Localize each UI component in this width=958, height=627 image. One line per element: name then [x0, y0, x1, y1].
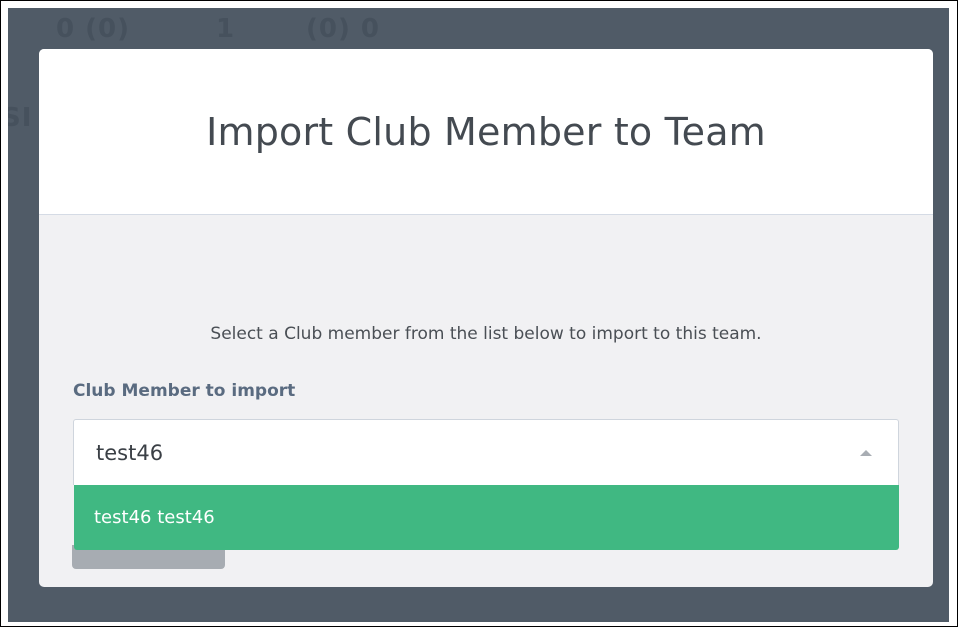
import-member-modal: Import Club Member to Team Select a Club…	[39, 49, 933, 587]
club-member-select[interactable]: test46	[73, 419, 899, 485]
modal-header: Import Club Member to Team	[39, 49, 933, 215]
modal-body: Select a Club member from the list below…	[39, 215, 933, 587]
background-score-text: 0 (0)	[56, 14, 130, 44]
background-text: SI	[8, 103, 33, 133]
club-member-field-label: Club Member to import	[73, 381, 296, 401]
dropdown-option-test46[interactable]: test46 test46	[74, 485, 899, 550]
modal-title: Import Club Member to Team	[206, 109, 766, 154]
background-score-text: (0) 0	[306, 14, 380, 44]
screenshot-frame: 0 (0) 1 (0) 0 SI Import Club Member to T…	[0, 0, 958, 627]
instruction-text: Select a Club member from the list below…	[210, 324, 762, 344]
modal-backdrop[interactable]: 0 (0) 1 (0) 0 SI Import Club Member to T…	[8, 8, 949, 622]
background-score-text: 1	[216, 14, 236, 44]
select-current-value: test46	[96, 440, 164, 465]
caret-up-icon[interactable]	[860, 450, 872, 456]
